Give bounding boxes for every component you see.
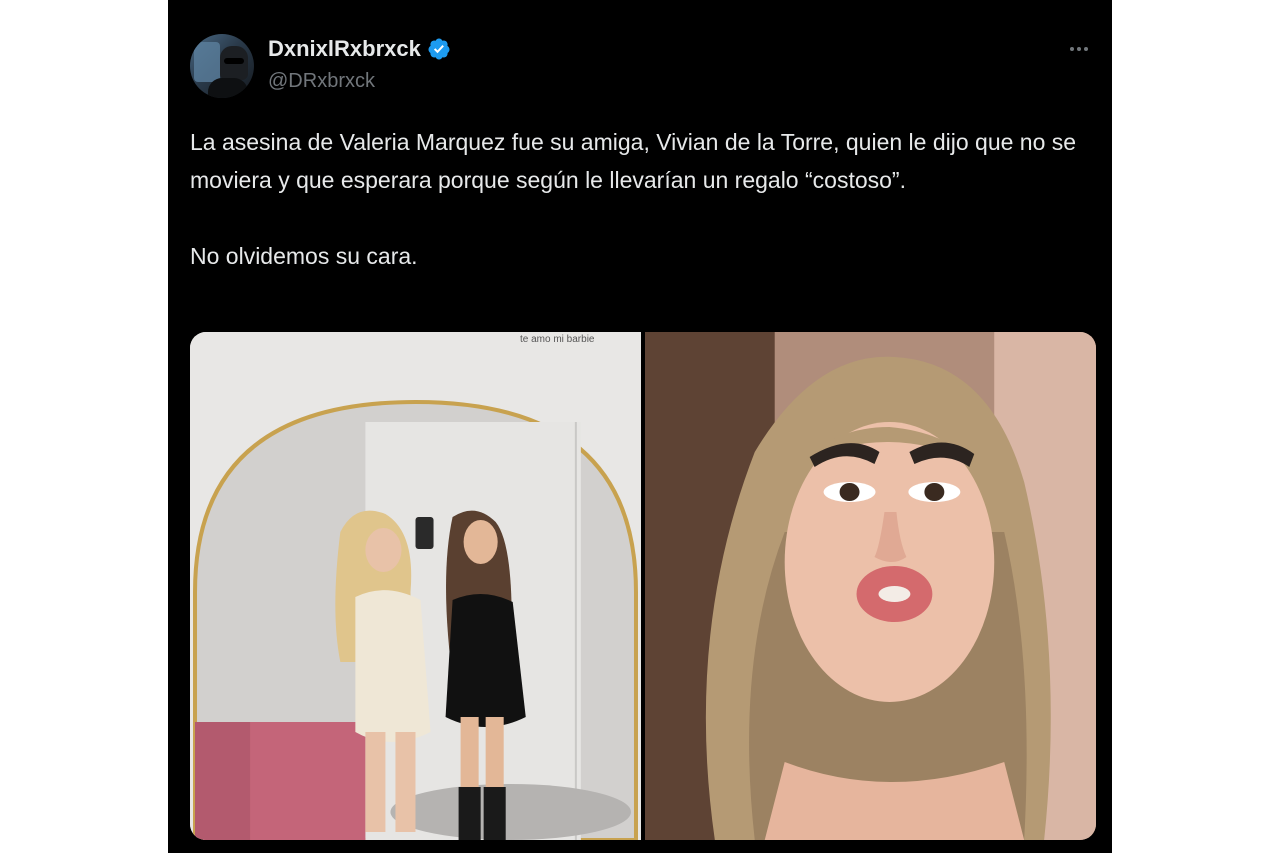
- tweet-paragraph: La asesina de Valeria Marquez fue su ami…: [190, 129, 1077, 193]
- photo-selfie-closeup[interactable]: [645, 332, 1096, 840]
- photo-mirror-selfie[interactable]: te amo mi barbie: [190, 332, 641, 840]
- author-name-row: DxnixlRxbrxck: [268, 36, 451, 62]
- verified-badge-icon: [428, 38, 450, 60]
- tweet-media: te amo mi barbie: [190, 332, 1096, 840]
- photo-illustration: [645, 332, 1096, 840]
- photo-caption: te amo mi barbie: [520, 334, 595, 345]
- tweet-text: La asesina de Valeria Marquez fue su ami…: [190, 123, 1090, 275]
- author-handle[interactable]: @DRxbrxck: [268, 70, 375, 93]
- photo-illustration: [190, 332, 641, 840]
- tweet-paragraph: No olvidemos su cara.: [190, 243, 418, 269]
- tweet-card: DxnixlRxbrxck @DRxbrxck La asesina de Va…: [168, 0, 1112, 853]
- avatar[interactable]: [190, 34, 254, 98]
- display-name[interactable]: DxnixlRxbrxck: [268, 36, 421, 62]
- more-options-icon[interactable]: [1066, 38, 1092, 60]
